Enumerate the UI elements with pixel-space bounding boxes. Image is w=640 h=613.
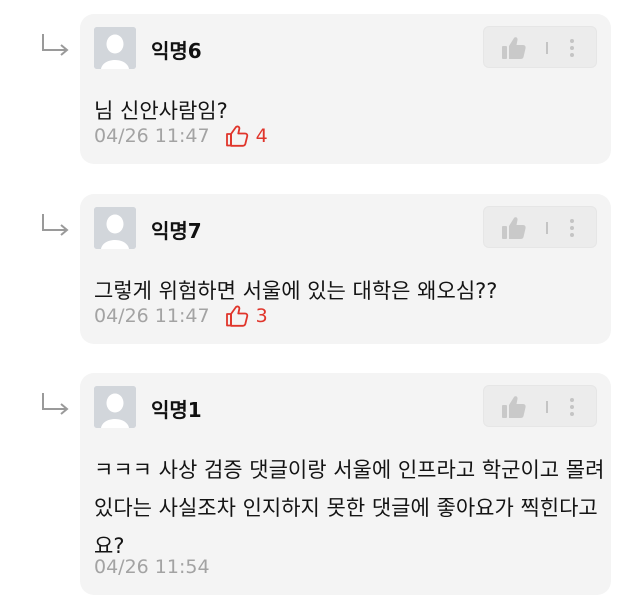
- reply-arrow-icon: [42, 214, 69, 236]
- comment-card: 익명6 님 신안사람임? 04/26 11:47 4: [80, 14, 611, 164]
- nickname[interactable]: 익명1: [151, 394, 202, 423]
- nickname[interactable]: 익명7: [151, 215, 202, 244]
- comment-card: 익명7 그렇게 위험하면 서울에 있는 대학은 왜오심?? 04/26 11:4…: [80, 194, 611, 344]
- nickname[interactable]: 익명6: [151, 35, 202, 64]
- comment-actions: [483, 385, 597, 427]
- more-vertical-icon[interactable]: [564, 217, 580, 239]
- thumbs-up-outline-icon[interactable]: [225, 305, 249, 327]
- action-divider: [546, 42, 548, 54]
- action-divider: [546, 222, 548, 234]
- comment-meta: 04/26 11:47 4: [94, 125, 268, 147]
- thumbs-up-outline-icon[interactable]: [225, 125, 249, 147]
- like-count: 4: [255, 125, 268, 147]
- action-divider: [546, 401, 548, 413]
- like-count: 3: [255, 305, 268, 327]
- default-avatar-icon[interactable]: [94, 27, 136, 69]
- reply-arrow-icon: [42, 393, 69, 415]
- comment-actions: [483, 26, 597, 68]
- more-vertical-icon[interactable]: [564, 37, 580, 59]
- thumbs-up-icon[interactable]: [500, 35, 528, 61]
- comment-datetime: 04/26 11:47: [94, 305, 210, 327]
- default-avatar-icon[interactable]: [94, 207, 136, 249]
- comment-actions: [483, 206, 597, 248]
- comment-datetime: 04/26 11:54: [94, 556, 210, 578]
- default-avatar-icon[interactable]: [94, 386, 136, 428]
- reply-arrow-icon: [42, 34, 69, 56]
- thumbs-up-icon[interactable]: [500, 215, 528, 241]
- comment-text: ㅋㅋㅋ 사상 검증 댓글이랑 서울에 인프라고 학군이고 몰려있다는 사실조차 …: [94, 458, 605, 558]
- comment-card: 익명1 ㅋㅋㅋ 사상 검증 댓글이랑 서울에 인프라고 학군이고 몰려있다는 사…: [80, 373, 611, 595]
- comment-meta: 04/26 11:47 3: [94, 305, 268, 327]
- comment-datetime: 04/26 11:47: [94, 125, 210, 147]
- more-vertical-icon[interactable]: [564, 396, 580, 418]
- thumbs-up-icon[interactable]: [500, 394, 528, 420]
- comment-meta: 04/26 11:54: [94, 556, 210, 578]
